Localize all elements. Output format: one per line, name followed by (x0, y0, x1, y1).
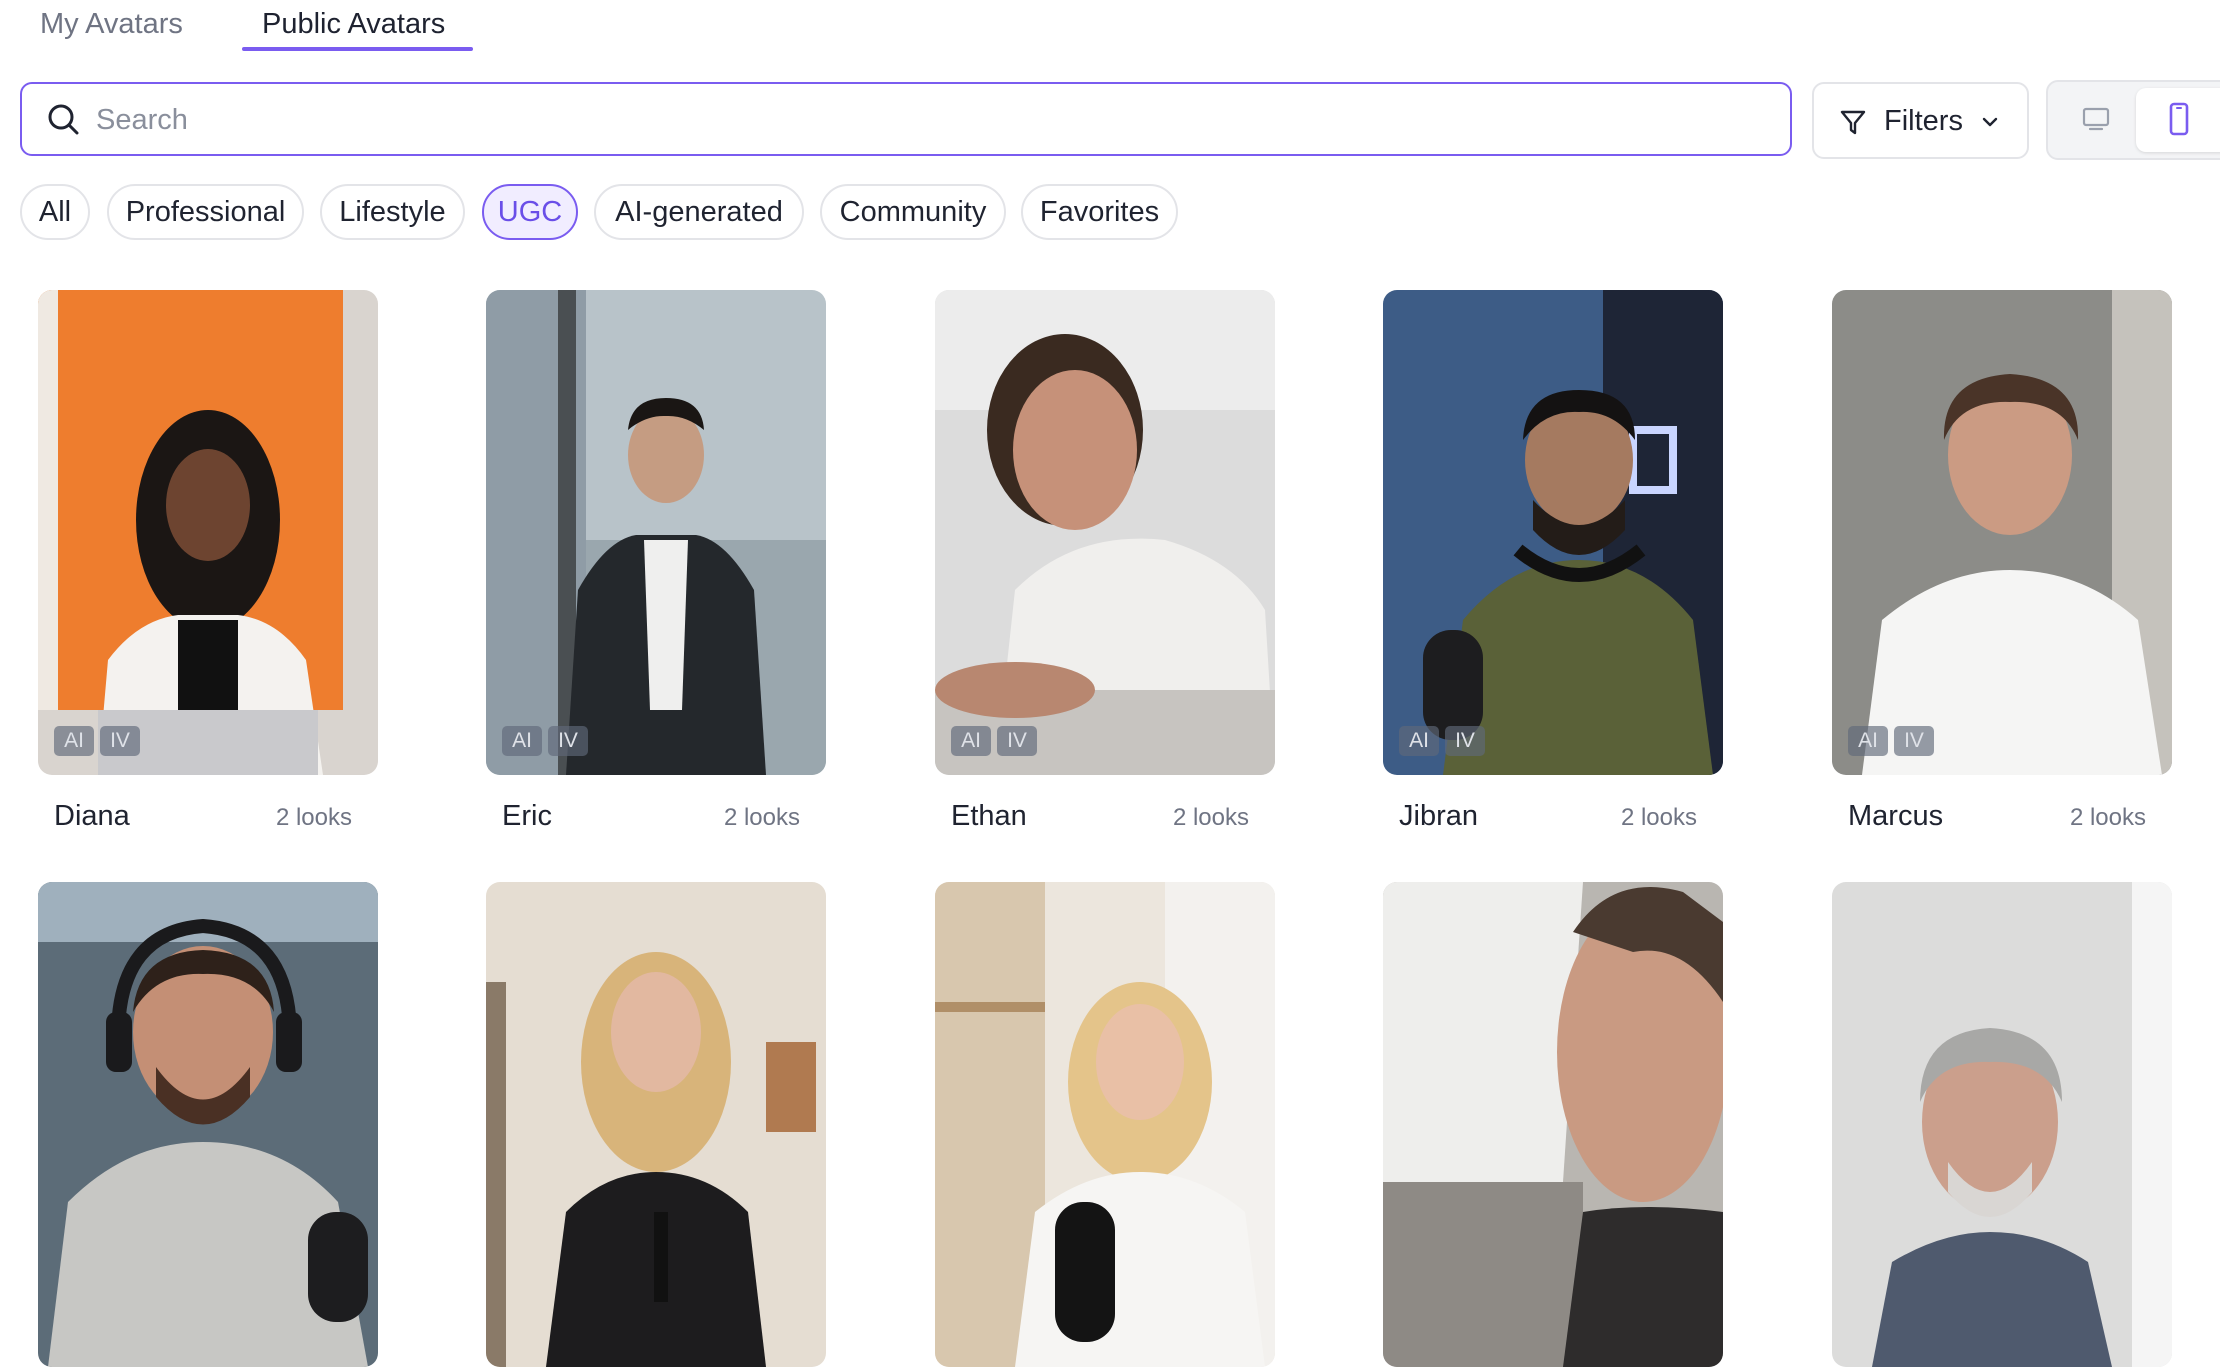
mobile-view-button[interactable] (2136, 88, 2220, 152)
iv-badge: IV (1445, 726, 1485, 756)
chevron-down-icon (1980, 112, 2000, 132)
tab-my-avatars[interactable]: My Avatars (40, 6, 183, 42)
avatar-thumbnail[interactable] (486, 882, 826, 1367)
avatar-looks-count: 2 looks (1172, 804, 1249, 831)
tab-public-avatars[interactable]: Public Avatars (262, 6, 445, 42)
avatar-thumbnail[interactable] (935, 290, 1275, 775)
iv-badge: IV (1894, 726, 1934, 756)
chip-community[interactable]: Community (820, 184, 1006, 240)
ai-badge: AI (54, 726, 94, 756)
avatar-name: Diana (54, 800, 130, 832)
chip-favorites[interactable]: Favorites (1021, 184, 1178, 240)
avatar-thumbnail[interactable] (1832, 882, 2172, 1367)
ai-badge: AI (1848, 726, 1888, 756)
avatar-looks-count: 2 looks (275, 804, 352, 831)
search-input[interactable] (94, 96, 1758, 144)
filter-icon (1838, 107, 1868, 137)
avatar-thumbnail[interactable] (38, 882, 378, 1367)
avatar-thumbnail[interactable] (1832, 290, 2172, 775)
active-tab-indicator (242, 47, 473, 51)
iv-badge: IV (548, 726, 588, 756)
avatar-name: Marcus (1848, 800, 1944, 832)
avatar-thumbnail[interactable] (1383, 290, 1723, 775)
search-box[interactable] (20, 82, 1792, 156)
iv-badge: IV (997, 726, 1037, 756)
desktop-icon (2082, 107, 2110, 131)
chip-lifestyle[interactable]: Lifestyle (320, 184, 465, 240)
iv-badge: IV (100, 726, 140, 756)
avatar-looks-count: 2 looks (1620, 804, 1697, 831)
avatar-name: Ethan (951, 800, 1027, 832)
avatar-name: Jibran (1399, 800, 1478, 832)
avatar-thumbnail[interactable] (1383, 882, 1723, 1367)
chip-ai-generated[interactable]: AI-generated (594, 184, 804, 240)
filters-label: Filters (1884, 105, 1963, 137)
avatar-name: Eric (502, 800, 552, 832)
chip-professional[interactable]: Professional (107, 184, 304, 240)
view-toggle (2046, 80, 2220, 160)
search-icon (46, 102, 82, 138)
avatar-thumbnail[interactable] (486, 290, 826, 775)
avatar-looks-count: 2 looks (723, 804, 800, 831)
chip-all[interactable]: All (20, 184, 90, 240)
chip-ugc[interactable]: UGC (482, 184, 578, 240)
avatar-thumbnail[interactable] (935, 882, 1275, 1367)
avatar-tabs: My Avatars Public Avatars (0, 0, 2220, 52)
filters-button[interactable]: Filters (1812, 82, 2029, 159)
mobile-icon (2169, 102, 2189, 136)
desktop-view-button[interactable] (2064, 92, 2128, 148)
ai-badge: AI (951, 726, 991, 756)
avatar-thumbnail[interactable] (38, 290, 378, 775)
ai-badge: AI (502, 726, 542, 756)
ai-badge: AI (1399, 726, 1439, 756)
avatar-looks-count: 2 looks (2069, 804, 2146, 831)
